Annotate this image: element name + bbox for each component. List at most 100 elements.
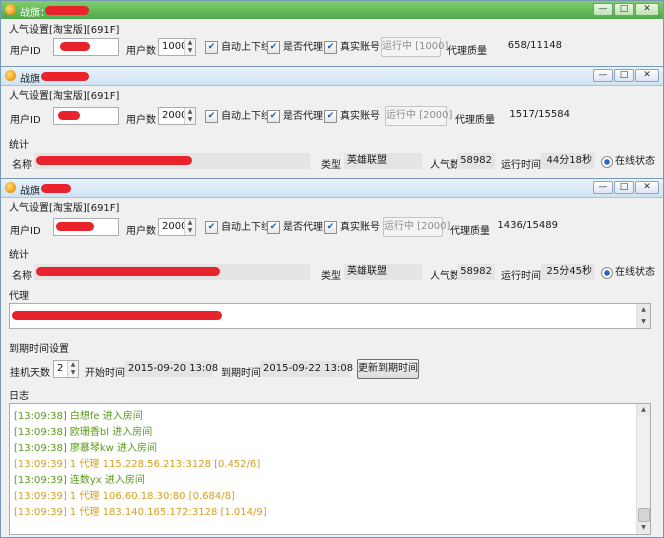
proxy-quality-value: 658/11148 xyxy=(497,38,565,54)
chevron-up-icon[interactable]: ▲ xyxy=(185,108,195,116)
name-label: 名称 xyxy=(12,271,32,282)
maximize-button[interactable]: □ xyxy=(614,181,634,194)
user-id-label: 用户ID xyxy=(10,115,41,126)
close-button[interactable]: ✕ xyxy=(635,3,659,16)
radio-selected-icon xyxy=(601,156,613,168)
window-2-titlebar[interactable]: 战旗 — □ ✕ xyxy=(1,67,663,86)
minimize-button[interactable]: — xyxy=(593,69,613,82)
scroll-up-icon[interactable]: ▲ xyxy=(637,304,650,316)
redacted-title xyxy=(45,6,89,15)
user-id-label: 用户ID xyxy=(10,46,41,57)
popularity-value: 58982 xyxy=(457,264,495,280)
minimize-button[interactable]: — xyxy=(593,3,613,16)
proxy-quality-value: 1517/15584 xyxy=(501,107,573,123)
minimize-button[interactable]: — xyxy=(593,181,613,194)
scroll-down-icon[interactable]: ▼ xyxy=(637,316,650,328)
stats-section-label: 统计 xyxy=(9,140,29,151)
close-button[interactable]: ✕ xyxy=(635,181,659,194)
app-logo-icon xyxy=(5,4,16,15)
user-count-label: 用户数 xyxy=(126,115,156,126)
run-status-button[interactable]: 运行中 [2000] xyxy=(385,106,452,126)
redacted-user-id xyxy=(56,222,94,231)
stepper-arrows[interactable]: ▲ ▼ xyxy=(184,39,195,55)
window-controls: — □ ✕ xyxy=(593,69,659,83)
chevron-up-icon[interactable]: ▲ xyxy=(185,219,195,227)
checkmark-icon: ✔ xyxy=(324,110,337,123)
real-account-label: 真实账号 xyxy=(340,222,380,233)
chevron-down-icon[interactable]: ▼ xyxy=(185,227,195,235)
proxy-section-label: 代理 xyxy=(9,291,29,302)
run-status-button[interactable]: 运行中 [2000] xyxy=(383,217,450,237)
online-status-label: 在线状态 xyxy=(615,267,655,278)
redacted-proxy-text xyxy=(12,311,222,320)
maximize-button[interactable]: □ xyxy=(614,3,634,16)
log-textarea[interactable]: [13:09:38] 白想fe 进入房间 [13:09:38] 欧珊香bl 进入房… xyxy=(9,403,651,535)
use-proxy-label: 是否代理 xyxy=(283,111,323,122)
auto-online-label: 自动上下线 xyxy=(221,42,271,53)
stats-section-label: 统计 xyxy=(9,250,29,261)
checkmark-icon: ✔ xyxy=(205,41,218,54)
popularity-value: 58982 xyxy=(457,153,495,169)
app-logo-icon xyxy=(5,70,16,81)
group-title: 人气设置[淘宝版][691F] xyxy=(9,25,120,36)
update-expiry-button[interactable]: 更新到期时间 xyxy=(357,359,419,379)
expiry-section-label: 到期时间设置 xyxy=(9,344,69,355)
popularity-label: 人气数 xyxy=(430,271,460,282)
maximize-button[interactable]: □ xyxy=(614,69,634,82)
scroll-up-icon[interactable]: ▲ xyxy=(637,404,650,416)
redacted-title xyxy=(41,184,71,193)
type-value: 英雄联盟 xyxy=(344,264,422,280)
chevron-down-icon[interactable]: ▼ xyxy=(68,369,78,377)
log-line: [13:09:38] 欧珊香bl 进入房间 xyxy=(14,427,153,438)
chevron-down-icon[interactable]: ▼ xyxy=(185,47,195,55)
use-proxy-label: 是否代理 xyxy=(283,42,323,53)
user-id-input[interactable] xyxy=(53,107,119,125)
window-title: 战旗 xyxy=(20,74,40,85)
app-logo-icon xyxy=(5,182,16,193)
user-count-stepper[interactable]: 1000 ▲ ▼ xyxy=(158,38,196,56)
type-label: 类型 xyxy=(321,271,341,282)
chevron-up-icon[interactable]: ▲ xyxy=(185,39,195,47)
use-proxy-label: 是否代理 xyxy=(283,222,323,233)
checkmark-icon: ✔ xyxy=(267,41,280,54)
stepper-arrows[interactable]: ▲ ▼ xyxy=(184,108,195,124)
redacted-title xyxy=(41,72,89,81)
window-1-titlebar[interactable]: 战旗： — □ ✕ xyxy=(1,1,663,19)
user-count-stepper[interactable]: 2000 ▲ ▼ xyxy=(158,218,196,236)
log-line: [13:09:39] 1 代理 115.228.56.213:3128 [0.4… xyxy=(14,459,261,470)
group-title: 人气设置[淘宝版][691F] xyxy=(9,203,120,214)
run-status-button[interactable]: 运行中 [1000] xyxy=(381,37,448,57)
chevron-up-icon[interactable]: ▲ xyxy=(68,361,78,369)
checkmark-icon: ✔ xyxy=(267,110,280,123)
stepper-arrows[interactable]: ▲ ▼ xyxy=(184,219,195,235)
close-button[interactable]: ✕ xyxy=(635,69,659,82)
proxy-quality-label: 代理质量 xyxy=(447,46,487,57)
expire-time-label: 到期时间 xyxy=(221,368,261,379)
proxy-quality-label: 代理质量 xyxy=(455,115,495,126)
group-title: 人气设置[淘宝版][691F] xyxy=(9,91,120,102)
log-scrollbar[interactable]: ▲ ▼ xyxy=(636,404,650,534)
proxy-scrollbar[interactable]: ▲ ▼ xyxy=(636,304,650,328)
expire-time-value: 2015-09-22 13:08 xyxy=(260,361,353,377)
scroll-thumb[interactable] xyxy=(638,508,650,522)
checkmark-icon: ✔ xyxy=(205,110,218,123)
redacted-name xyxy=(36,267,220,276)
name-label: 名称 xyxy=(12,160,32,171)
user-count-stepper[interactable]: 2000 ▲ ▼ xyxy=(158,107,196,125)
redacted-user-id xyxy=(58,111,80,120)
proxy-textarea[interactable]: ▲ ▼ xyxy=(9,303,651,329)
online-status-label: 在线状态 xyxy=(615,156,655,167)
runtime-label: 运行时间 xyxy=(501,271,541,282)
hang-days-stepper[interactable]: 2 ▲ ▼ xyxy=(53,360,79,378)
stepper-arrows[interactable]: ▲ ▼ xyxy=(67,361,78,377)
name-field xyxy=(34,264,310,280)
proxy-quality-value: 1436/15489 xyxy=(497,218,561,234)
user-id-input[interactable] xyxy=(53,218,119,236)
scroll-down-icon[interactable]: ▼ xyxy=(637,522,650,534)
window-3-titlebar[interactable]: 战旗 — □ ✕ xyxy=(1,179,663,198)
redacted-user-id xyxy=(60,42,90,51)
user-count-label: 用户数 xyxy=(126,46,156,57)
chevron-down-icon[interactable]: ▼ xyxy=(185,116,195,124)
proxy-quality-label: 代理质量 xyxy=(450,226,490,237)
user-id-input[interactable] xyxy=(53,38,119,56)
